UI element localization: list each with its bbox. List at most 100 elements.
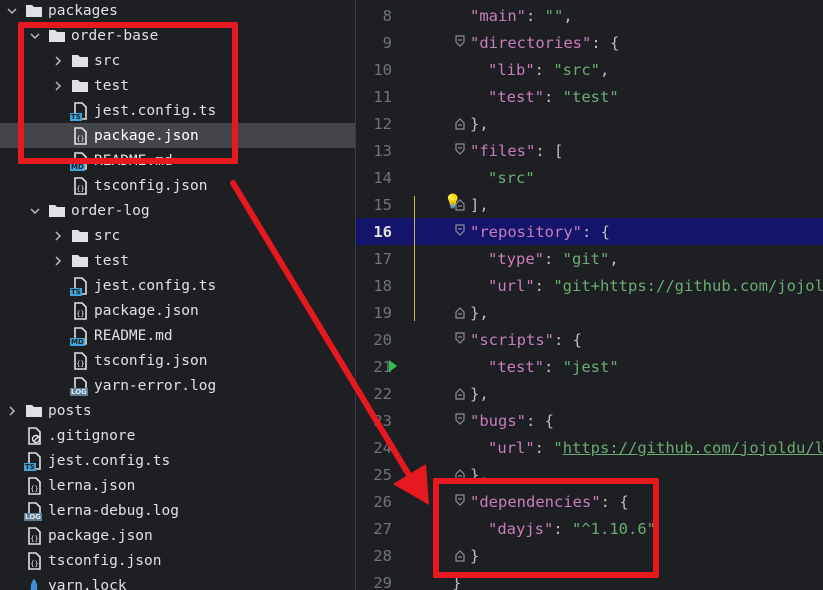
tree-file[interactable]: .gitignore <box>0 423 355 448</box>
tree-file[interactable]: MD README.md <box>0 148 355 173</box>
fold-close-icon[interactable] <box>455 467 465 481</box>
code-line[interactable]: 8 "main": "", <box>356 2 823 29</box>
chevron-right-icon[interactable] <box>52 223 64 248</box>
json-punct: , <box>609 249 619 268</box>
json-string: "git+https://github.com/jojoldu/ <box>553 276 823 295</box>
tree-item-label: README.md <box>94 327 173 344</box>
code-line[interactable]: 10 "lib": "src", <box>356 56 823 83</box>
yarn-lock-icon <box>24 576 44 590</box>
code-line[interactable]: 21 "test": "jest" <box>356 353 823 380</box>
chevron-down-icon[interactable] <box>29 198 41 223</box>
tree-item-label: package.json <box>94 302 199 319</box>
tree-file[interactable]: {} package.json <box>0 523 355 548</box>
editor-gutter <box>392 245 452 272</box>
code-line[interactable]: 20 "scripts": { <box>356 326 823 353</box>
code-line[interactable]: 15], 💡 <box>356 191 823 218</box>
code-line[interactable]: 23 "bugs": { <box>356 407 823 434</box>
chevron-right-icon[interactable] <box>52 73 64 98</box>
fold-close-icon[interactable] <box>455 305 465 319</box>
log-badge: LOG <box>70 387 88 396</box>
chevron-right-icon[interactable] <box>6 398 18 423</box>
project-tree: packages order-base src test TS jest.config.t… <box>0 0 355 590</box>
tree-folder[interactable]: test <box>0 248 355 273</box>
chevron-right-icon[interactable] <box>52 48 64 73</box>
tree-file[interactable]: TS jest.config.ts <box>0 448 355 473</box>
lightbulb-icon[interactable]: 💡 <box>444 194 461 210</box>
tree-file[interactable]: {} tsconfig.json <box>0 348 355 373</box>
tree-item-label: package.json <box>94 127 199 144</box>
code-line[interactable]: 27 "dayjs": "^1.10.6" <box>356 515 823 542</box>
fold-close-icon[interactable] <box>455 116 465 130</box>
code-editor[interactable]: 8 "main": "", 9 "directories": {10 "lib": "s… <box>356 0 823 590</box>
json-punct: : <box>534 438 554 457</box>
code-line[interactable]: 28} <box>356 542 823 569</box>
tree-file[interactable]: {} package.json <box>0 298 355 323</box>
tree-folder[interactable]: src <box>0 223 355 248</box>
fold-close-icon[interactable] <box>455 386 465 400</box>
line-number: 17 <box>373 249 392 268</box>
chevron-down-icon[interactable] <box>6 0 18 23</box>
editor-gutter <box>392 407 465 434</box>
tree-file[interactable]: {} lerna.json <box>0 473 355 498</box>
json-punct: ], <box>470 195 489 214</box>
gitignore-file-icon <box>24 426 44 446</box>
code-line[interactable]: 22}, <box>356 380 823 407</box>
log-file-icon: LOG <box>70 376 90 396</box>
line-number: 27 <box>373 519 392 538</box>
fold-open-icon[interactable] <box>455 494 465 508</box>
json-punct: } <box>470 546 480 565</box>
fold-close-icon[interactable] <box>455 548 465 562</box>
tree-folder[interactable]: order-base <box>0 23 355 48</box>
tree-file[interactable]: MD README.md <box>0 323 355 348</box>
json-punct: : <box>534 60 554 79</box>
editor-gutter <box>392 272 452 299</box>
code-line[interactable]: 24 "url": "https://github.com/jojoldu/ler… <box>356 434 823 461</box>
code-line[interactable]: 17 "type": "git", <box>356 245 823 272</box>
folder-icon <box>70 76 90 96</box>
json-key: "type" <box>488 249 544 268</box>
code-line[interactable]: 11 "test": "test" <box>356 83 823 110</box>
code-text: "dependencies": { <box>452 493 629 511</box>
tree-file[interactable]: {} tsconfig.json <box>0 548 355 573</box>
run-icon[interactable] <box>388 359 398 373</box>
tree-file[interactable]: {} tsconfig.json <box>0 173 355 198</box>
code-line[interactable]: 9 "directories": { <box>356 29 823 56</box>
code-line[interactable]: 19}, <box>356 299 823 326</box>
code-line[interactable]: 12}, <box>356 110 823 137</box>
code-line[interactable]: 14 "src" <box>356 164 823 191</box>
tree-folder[interactable]: test <box>0 73 355 98</box>
tree-folder[interactable]: src <box>0 48 355 73</box>
fold-open-icon[interactable] <box>455 143 465 157</box>
code-line[interactable]: 29} <box>356 569 823 590</box>
json-punct: : <box>553 519 572 538</box>
tree-folder[interactable]: order-log <box>0 198 355 223</box>
code-line[interactable]: 18 "url": "git+https://github.com/jojoldu… <box>356 272 823 299</box>
line-number: 16 <box>373 222 392 241</box>
tree-file[interactable]: yarn.lock <box>0 573 355 590</box>
json-string[interactable]: https://github.com/jojoldu/lerna <box>563 439 823 457</box>
tree-folder[interactable]: posts <box>0 398 355 423</box>
fold-open-icon[interactable] <box>455 35 465 49</box>
chevron-down-icon[interactable] <box>29 23 41 48</box>
code-line[interactable]: 25}, <box>356 461 823 488</box>
code-line[interactable]: 16 "repository": { <box>356 218 823 245</box>
tree-item-label: jest.config.ts <box>94 102 217 119</box>
code-line[interactable]: 26 "dependencies": { <box>356 488 823 515</box>
fold-open-icon[interactable] <box>455 332 465 346</box>
line-number: 10 <box>373 60 392 79</box>
code-line[interactable]: 13 "files": [ <box>356 137 823 164</box>
json-punct: : { <box>526 411 554 430</box>
tree-file[interactable]: LOG lerna-debug.log <box>0 498 355 523</box>
tree-file[interactable]: TS jest.config.ts <box>0 98 355 123</box>
line-number: 19 <box>373 303 392 322</box>
fold-open-icon[interactable] <box>455 413 465 427</box>
code-text: "main": "", <box>452 7 573 25</box>
tree-file[interactable]: TS jest.config.ts <box>0 273 355 298</box>
tree-file[interactable]: {} package.json <box>0 123 355 148</box>
fold-open-icon[interactable] <box>455 224 465 238</box>
tree-file[interactable]: LOG yarn-error.log <box>0 373 355 398</box>
tree-folder[interactable]: packages <box>0 0 355 23</box>
chevron-right-icon[interactable] <box>52 248 64 273</box>
